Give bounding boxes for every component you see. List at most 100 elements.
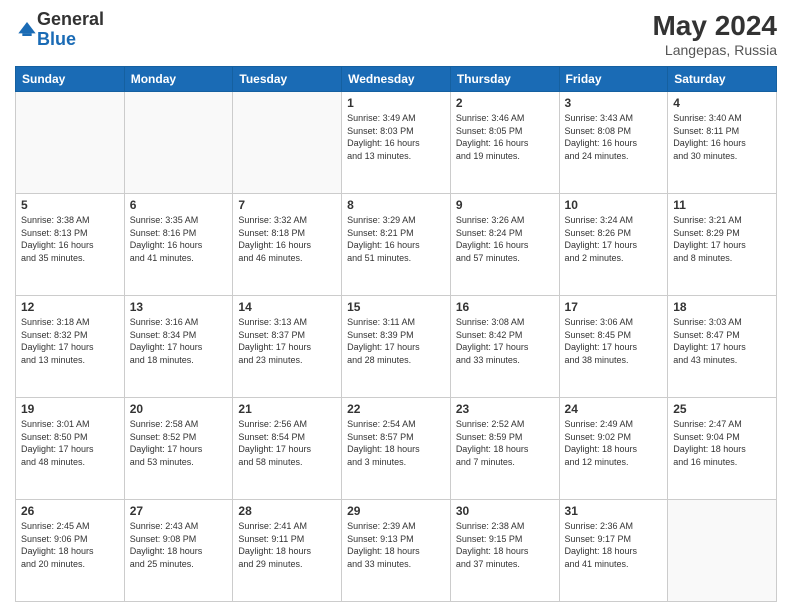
day-number: 24 bbox=[565, 402, 663, 416]
calendar-cell: 16 Sunrise: 3:08 AM Sunset: 8:42 PM Dayli… bbox=[450, 296, 559, 398]
day-number: 14 bbox=[238, 300, 336, 314]
day-info: Sunrise: 2:56 AM Sunset: 8:54 PM Dayligh… bbox=[238, 418, 336, 468]
calendar-cell bbox=[233, 92, 342, 194]
day-number: 5 bbox=[21, 198, 119, 212]
day-number: 20 bbox=[130, 402, 228, 416]
day-number: 25 bbox=[673, 402, 771, 416]
logo: General Blue bbox=[15, 10, 104, 50]
day-info: Sunrise: 2:36 AM Sunset: 9:17 PM Dayligh… bbox=[565, 520, 663, 570]
calendar-week-2: 5 Sunrise: 3:38 AM Sunset: 8:13 PM Daylig… bbox=[16, 194, 777, 296]
logo-general: General bbox=[37, 10, 104, 30]
header: General Blue May 2024 Langepas, Russia bbox=[15, 10, 777, 58]
calendar-cell: 5 Sunrise: 3:38 AM Sunset: 8:13 PM Daylig… bbox=[16, 194, 125, 296]
day-number: 16 bbox=[456, 300, 554, 314]
calendar-cell: 31 Sunrise: 2:36 AM Sunset: 9:17 PM Dayli… bbox=[559, 500, 668, 602]
calendar-header-monday: Monday bbox=[124, 67, 233, 92]
calendar-cell: 28 Sunrise: 2:41 AM Sunset: 9:11 PM Dayli… bbox=[233, 500, 342, 602]
day-number: 6 bbox=[130, 198, 228, 212]
day-info: Sunrise: 3:13 AM Sunset: 8:37 PM Dayligh… bbox=[238, 316, 336, 366]
location: Langepas, Russia bbox=[652, 42, 777, 58]
day-number: 9 bbox=[456, 198, 554, 212]
day-info: Sunrise: 3:08 AM Sunset: 8:42 PM Dayligh… bbox=[456, 316, 554, 366]
day-info: Sunrise: 2:47 AM Sunset: 9:04 PM Dayligh… bbox=[673, 418, 771, 468]
calendar-cell: 30 Sunrise: 2:38 AM Sunset: 9:15 PM Dayli… bbox=[450, 500, 559, 602]
day-number: 3 bbox=[565, 96, 663, 110]
calendar-header-thursday: Thursday bbox=[450, 67, 559, 92]
logo-icon bbox=[17, 20, 37, 40]
day-number: 21 bbox=[238, 402, 336, 416]
day-number: 27 bbox=[130, 504, 228, 518]
calendar-week-5: 26Sunrise: 2:45 AM Sunset: 9:06 PM Dayli… bbox=[16, 500, 777, 602]
logo-blue: Blue bbox=[37, 30, 104, 50]
day-info: Sunrise: 3:11 AM Sunset: 8:39 PM Dayligh… bbox=[347, 316, 445, 366]
calendar-cell bbox=[16, 92, 125, 194]
day-number: 30 bbox=[456, 504, 554, 518]
calendar-cell: 2Sunrise: 3:46 AM Sunset: 8:05 PM Daylig… bbox=[450, 92, 559, 194]
day-info: Sunrise: 3:29 AM Sunset: 8:21 PM Dayligh… bbox=[347, 214, 445, 264]
day-info: Sunrise: 3:38 AM Sunset: 8:13 PM Dayligh… bbox=[21, 214, 119, 264]
calendar-cell: 10Sunrise: 3:24 AM Sunset: 8:26 PM Dayli… bbox=[559, 194, 668, 296]
day-number: 23 bbox=[456, 402, 554, 416]
calendar-cell: 7 Sunrise: 3:32 AM Sunset: 8:18 PM Daylig… bbox=[233, 194, 342, 296]
calendar-header-saturday: Saturday bbox=[668, 67, 777, 92]
day-number: 4 bbox=[673, 96, 771, 110]
day-number: 13 bbox=[130, 300, 228, 314]
day-info: Sunrise: 3:01 AM Sunset: 8:50 PM Dayligh… bbox=[21, 418, 119, 468]
calendar-header-sunday: Sunday bbox=[16, 67, 125, 92]
day-info: Sunrise: 3:06 AM Sunset: 8:45 PM Dayligh… bbox=[565, 316, 663, 366]
calendar-cell: 13 Sunrise: 3:16 AM Sunset: 8:34 PM Dayli… bbox=[124, 296, 233, 398]
calendar-table: SundayMondayTuesdayWednesdayThursdayFrid… bbox=[15, 66, 777, 602]
calendar-cell: 3 Sunrise: 3:43 AM Sunset: 8:08 PM Daylig… bbox=[559, 92, 668, 194]
calendar-cell: 25 Sunrise: 2:47 AM Sunset: 9:04 PM Dayli… bbox=[668, 398, 777, 500]
day-info: Sunrise: 2:41 AM Sunset: 9:11 PM Dayligh… bbox=[238, 520, 336, 570]
calendar-cell: 20 Sunrise: 2:58 AM Sunset: 8:52 PM Dayli… bbox=[124, 398, 233, 500]
calendar-week-3: 12Sunrise: 3:18 AM Sunset: 8:32 PM Dayli… bbox=[16, 296, 777, 398]
calendar-header-row: SundayMondayTuesdayWednesdayThursdayFrid… bbox=[16, 67, 777, 92]
calendar-cell: 1Sunrise: 3:49 AM Sunset: 8:03 PM Daylig… bbox=[342, 92, 451, 194]
day-number: 28 bbox=[238, 504, 336, 518]
calendar-cell: 18 Sunrise: 3:03 AM Sunset: 8:47 PM Dayli… bbox=[668, 296, 777, 398]
day-info: Sunrise: 3:35 AM Sunset: 8:16 PM Dayligh… bbox=[130, 214, 228, 264]
calendar-cell: 14 Sunrise: 3:13 AM Sunset: 8:37 PM Dayli… bbox=[233, 296, 342, 398]
day-number: 31 bbox=[565, 504, 663, 518]
calendar-cell: 29 Sunrise: 2:39 AM Sunset: 9:13 PM Dayli… bbox=[342, 500, 451, 602]
day-info: Sunrise: 2:52 AM Sunset: 8:59 PM Dayligh… bbox=[456, 418, 554, 468]
logo-text: General Blue bbox=[37, 10, 104, 50]
calendar-cell: 12Sunrise: 3:18 AM Sunset: 8:32 PM Dayli… bbox=[16, 296, 125, 398]
calendar-cell: 23 Sunrise: 2:52 AM Sunset: 8:59 PM Dayli… bbox=[450, 398, 559, 500]
calendar-cell: 6 Sunrise: 3:35 AM Sunset: 8:16 PM Daylig… bbox=[124, 194, 233, 296]
title-block: May 2024 Langepas, Russia bbox=[652, 10, 777, 58]
day-info: Sunrise: 2:58 AM Sunset: 8:52 PM Dayligh… bbox=[130, 418, 228, 468]
month-year: May 2024 bbox=[652, 10, 777, 42]
day-number: 7 bbox=[238, 198, 336, 212]
calendar-cell bbox=[124, 92, 233, 194]
day-number: 11 bbox=[673, 198, 771, 212]
day-number: 17 bbox=[565, 300, 663, 314]
day-info: Sunrise: 3:03 AM Sunset: 8:47 PM Dayligh… bbox=[673, 316, 771, 366]
day-info: Sunrise: 2:43 AM Sunset: 9:08 PM Dayligh… bbox=[130, 520, 228, 570]
day-info: Sunrise: 2:38 AM Sunset: 9:15 PM Dayligh… bbox=[456, 520, 554, 570]
day-number: 22 bbox=[347, 402, 445, 416]
day-number: 15 bbox=[347, 300, 445, 314]
day-number: 18 bbox=[673, 300, 771, 314]
calendar-cell: 19Sunrise: 3:01 AM Sunset: 8:50 PM Dayli… bbox=[16, 398, 125, 500]
day-info: Sunrise: 3:16 AM Sunset: 8:34 PM Dayligh… bbox=[130, 316, 228, 366]
day-number: 1 bbox=[347, 96, 445, 110]
day-info: Sunrise: 3:46 AM Sunset: 8:05 PM Dayligh… bbox=[456, 112, 554, 162]
day-info: Sunrise: 3:24 AM Sunset: 8:26 PM Dayligh… bbox=[565, 214, 663, 264]
calendar-cell bbox=[668, 500, 777, 602]
calendar-cell: 11 Sunrise: 3:21 AM Sunset: 8:29 PM Dayli… bbox=[668, 194, 777, 296]
calendar-cell: 17 Sunrise: 3:06 AM Sunset: 8:45 PM Dayli… bbox=[559, 296, 668, 398]
calendar-header-tuesday: Tuesday bbox=[233, 67, 342, 92]
day-info: Sunrise: 3:32 AM Sunset: 8:18 PM Dayligh… bbox=[238, 214, 336, 264]
day-info: Sunrise: 3:43 AM Sunset: 8:08 PM Dayligh… bbox=[565, 112, 663, 162]
calendar-cell: 8Sunrise: 3:29 AM Sunset: 8:21 PM Daylig… bbox=[342, 194, 451, 296]
calendar-cell: 24Sunrise: 2:49 AM Sunset: 9:02 PM Dayli… bbox=[559, 398, 668, 500]
calendar-cell: 22Sunrise: 2:54 AM Sunset: 8:57 PM Dayli… bbox=[342, 398, 451, 500]
calendar-cell: 15 Sunrise: 3:11 AM Sunset: 8:39 PM Dayli… bbox=[342, 296, 451, 398]
calendar-cell: 9Sunrise: 3:26 AM Sunset: 8:24 PM Daylig… bbox=[450, 194, 559, 296]
day-info: Sunrise: 2:39 AM Sunset: 9:13 PM Dayligh… bbox=[347, 520, 445, 570]
calendar-cell: 26Sunrise: 2:45 AM Sunset: 9:06 PM Dayli… bbox=[16, 500, 125, 602]
day-number: 29 bbox=[347, 504, 445, 518]
day-info: Sunrise: 3:21 AM Sunset: 8:29 PM Dayligh… bbox=[673, 214, 771, 264]
